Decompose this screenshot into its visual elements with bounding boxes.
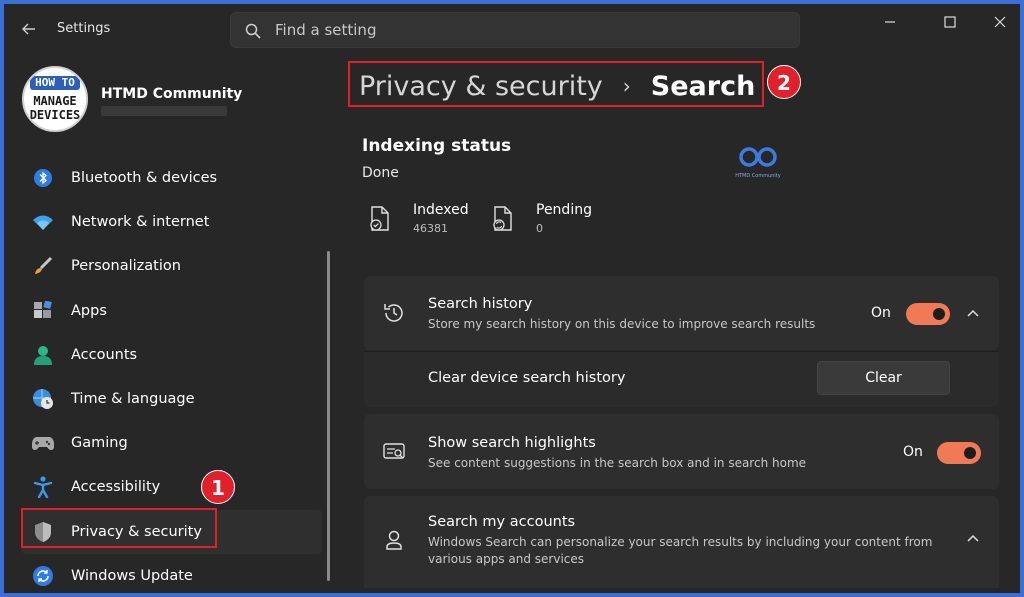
sidebar-item-label: Accounts bbox=[71, 346, 138, 363]
sidebar-item-bluetooth[interactable]: Bluetooth & devices bbox=[22, 156, 322, 200]
logo-text-line: MANAGE bbox=[33, 94, 77, 108]
search-history-state: On bbox=[871, 305, 891, 321]
sidebar-item-label: Time & language bbox=[71, 391, 195, 408]
sidebar-item-label: Apps bbox=[71, 302, 107, 319]
search-history-card[interactable]: Search history Store my search history o… bbox=[364, 276, 999, 350]
close-button[interactable] bbox=[980, 10, 1020, 38]
document-check-icon bbox=[370, 206, 389, 231]
pending-label: Pending bbox=[536, 202, 592, 218]
back-button[interactable] bbox=[18, 18, 40, 40]
sidebar-item-label: Windows Update bbox=[71, 567, 193, 584]
search-highlights-desc: See content suggestions in the search bo… bbox=[428, 456, 807, 470]
sidebar-item-network[interactable]: Network & internet bbox=[22, 200, 322, 244]
sidebar-item-accessibility[interactable]: Accessibility bbox=[22, 465, 322, 509]
logo-text-line: DEVICES bbox=[29, 108, 81, 122]
person-outline-icon bbox=[386, 530, 402, 550]
accessibility-icon bbox=[32, 476, 54, 499]
sidebar-item-label: Bluetooth & devices bbox=[71, 170, 218, 187]
wifi-icon bbox=[32, 211, 54, 233]
htmd-watermark: HTMD Community bbox=[734, 146, 782, 179]
sidebar-item-time-language[interactable]: Time & language bbox=[22, 377, 322, 421]
maximize-icon bbox=[944, 16, 956, 28]
minimize-icon bbox=[885, 21, 895, 23]
update-icon bbox=[32, 565, 54, 587]
infinity-logo-icon bbox=[739, 147, 777, 167]
search-input[interactable] bbox=[275, 13, 775, 47]
sidebar-item-label: Gaming bbox=[71, 435, 128, 452]
indexed-value: 46381 bbox=[413, 222, 448, 235]
sidebar-item-windows-update[interactable]: Windows Update bbox=[22, 554, 322, 593]
logo-text-line: HOW TO bbox=[30, 76, 80, 90]
sidebar-scrollbar[interactable] bbox=[327, 251, 330, 581]
search-highlights-card[interactable]: Show search highlights See content sugge… bbox=[364, 414, 999, 489]
indexing-status-value: Done bbox=[362, 165, 399, 181]
profile-email-redacted bbox=[101, 106, 227, 116]
indexed-label: Indexed bbox=[413, 202, 469, 218]
search-accounts-card[interactable]: Search my accounts Windows Search can pe… bbox=[364, 496, 999, 588]
sidebar-item-accounts[interactable]: Accounts bbox=[22, 333, 322, 377]
annotation-badge-1: 1 bbox=[201, 470, 235, 504]
search-history-desc: Store my search history on this device t… bbox=[428, 317, 816, 331]
search-icon bbox=[245, 23, 261, 39]
sidebar-item-gaming[interactable]: Gaming bbox=[22, 421, 322, 465]
annotation-badge-2: 2 bbox=[767, 65, 801, 99]
search-highlights-icon bbox=[383, 443, 405, 459]
search-history-toggle[interactable] bbox=[906, 303, 950, 325]
avatar: HOW TO MANAGE DEVICES bbox=[22, 66, 88, 132]
settings-window: Settings HOW TO MANAGE DEVICES HTMD Comm… bbox=[4, 4, 1020, 593]
title-bar: Settings bbox=[4, 4, 1020, 54]
search-highlights-title: Show search highlights bbox=[428, 435, 596, 451]
search-history-title: Search history bbox=[428, 296, 533, 312]
search-accounts-desc: Windows Search can personalize your sear… bbox=[428, 535, 933, 566]
clear-history-row: Clear device search history Clear bbox=[364, 351, 999, 407]
apps-icon bbox=[32, 300, 54, 322]
sidebar-item-label: Accessibility bbox=[71, 479, 161, 496]
watermark-text: HTMD Community bbox=[735, 173, 781, 179]
indexing-status-title: Indexing status bbox=[362, 136, 512, 156]
gamepad-icon bbox=[32, 432, 54, 454]
sidebar-item-personalization[interactable]: Personalization bbox=[22, 244, 322, 288]
back-arrow-icon bbox=[22, 23, 35, 35]
maximize-button[interactable] bbox=[930, 10, 970, 38]
highlight-box-privacy bbox=[21, 508, 217, 548]
chevron-up-icon[interactable] bbox=[966, 307, 980, 321]
pending-value: 0 bbox=[536, 222, 543, 235]
brush-icon bbox=[32, 255, 54, 277]
search-accounts-title: Search my accounts bbox=[428, 514, 576, 530]
chevron-up-icon[interactable] bbox=[966, 532, 980, 546]
minimize-button[interactable] bbox=[870, 10, 910, 38]
sidebar-item-apps[interactable]: Apps bbox=[22, 289, 322, 333]
search-highlights-state: On bbox=[903, 444, 923, 460]
globe-clock-icon bbox=[32, 388, 54, 410]
search-highlights-toggle[interactable] bbox=[937, 442, 981, 464]
sidebar-item-label: Personalization bbox=[71, 258, 181, 275]
close-icon bbox=[994, 16, 1006, 28]
person-icon bbox=[32, 344, 54, 366]
app-title: Settings bbox=[57, 21, 111, 36]
clear-history-label: Clear device search history bbox=[428, 370, 626, 386]
highlight-box-breadcrumb bbox=[348, 61, 764, 107]
document-sync-icon bbox=[493, 206, 512, 231]
clear-button[interactable]: Clear bbox=[817, 361, 950, 395]
search-box[interactable] bbox=[230, 12, 800, 48]
sidebar-item-label: Network & internet bbox=[71, 214, 210, 231]
bluetooth-icon bbox=[32, 167, 54, 189]
profile-name: HTMD Community bbox=[101, 86, 243, 102]
history-icon bbox=[384, 304, 403, 322]
